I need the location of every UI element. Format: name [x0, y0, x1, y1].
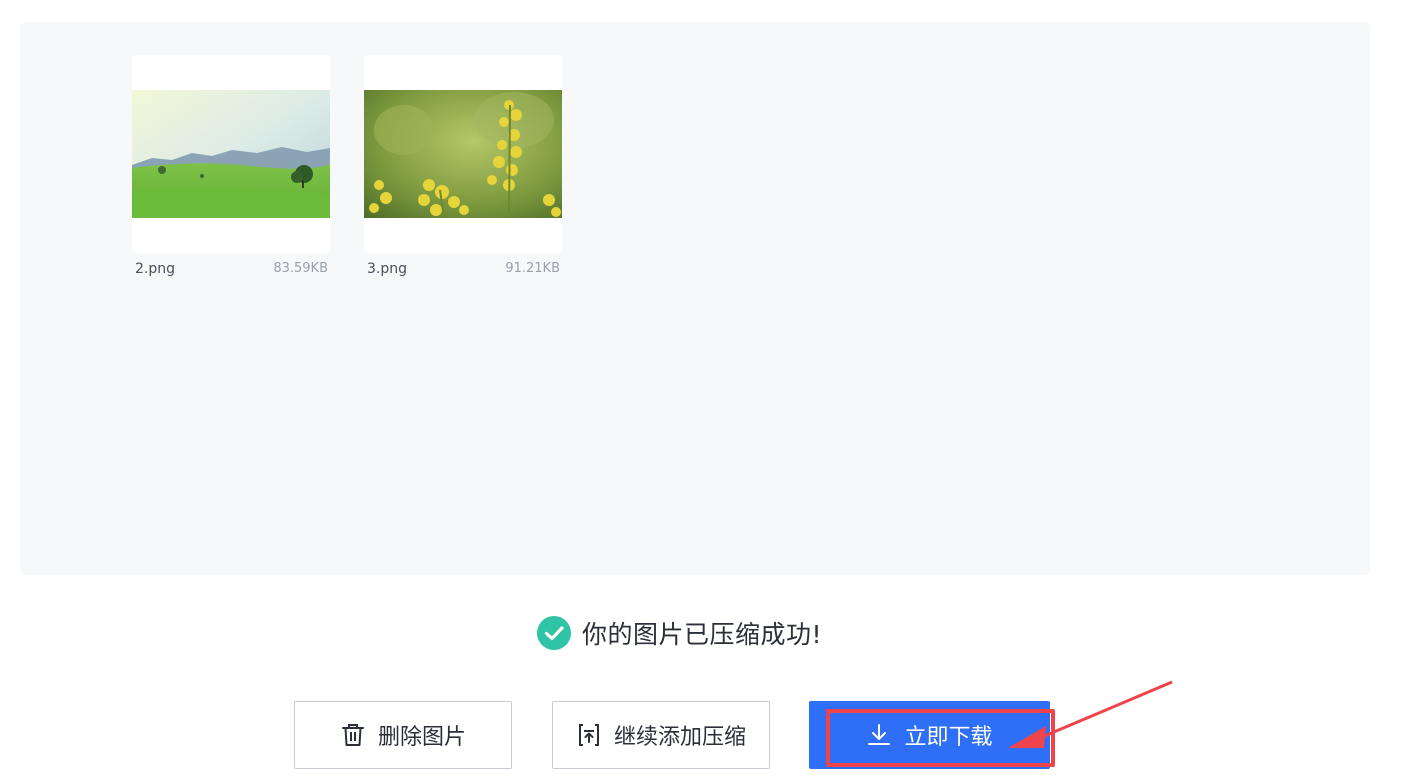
thumbnail [132, 55, 330, 253]
add-more-compress-label: 继续添加压缩 [613, 725, 746, 750]
file-card[interactable]: 2.png 83.59KB [132, 55, 330, 278]
file-size: 91.21KB [505, 261, 560, 276]
file-name: 3.png [367, 261, 408, 277]
trash-icon [341, 724, 364, 746]
download-now-label: 立即下载 [904, 725, 993, 750]
thumbnail-image-meadow [132, 90, 330, 218]
download-icon [868, 724, 891, 745]
file-name: 2.png [135, 261, 176, 277]
check-circle-icon [537, 616, 571, 650]
delete-images-label: 删除图片 [377, 725, 466, 750]
thumbnail [364, 55, 562, 253]
compress-upload-icon [578, 724, 599, 746]
success-message: 你的图片已压缩成功! [582, 620, 823, 649]
add-more-compress-button[interactable]: 继续添加压缩 [552, 701, 770, 769]
thumbnail-image-flowers [364, 90, 562, 218]
delete-images-button[interactable]: 删除图片 [294, 701, 512, 769]
file-size: 83.59KB [273, 261, 328, 276]
file-card[interactable]: 3.png 91.21KB [364, 55, 562, 278]
file-list-panel: 2.png 83.59KB 3.png 91.21KB [20, 22, 1370, 575]
success-status: 你的图片已压缩成功! [537, 615, 822, 651]
download-now-button[interactable]: 立即下载 [809, 701, 1050, 769]
